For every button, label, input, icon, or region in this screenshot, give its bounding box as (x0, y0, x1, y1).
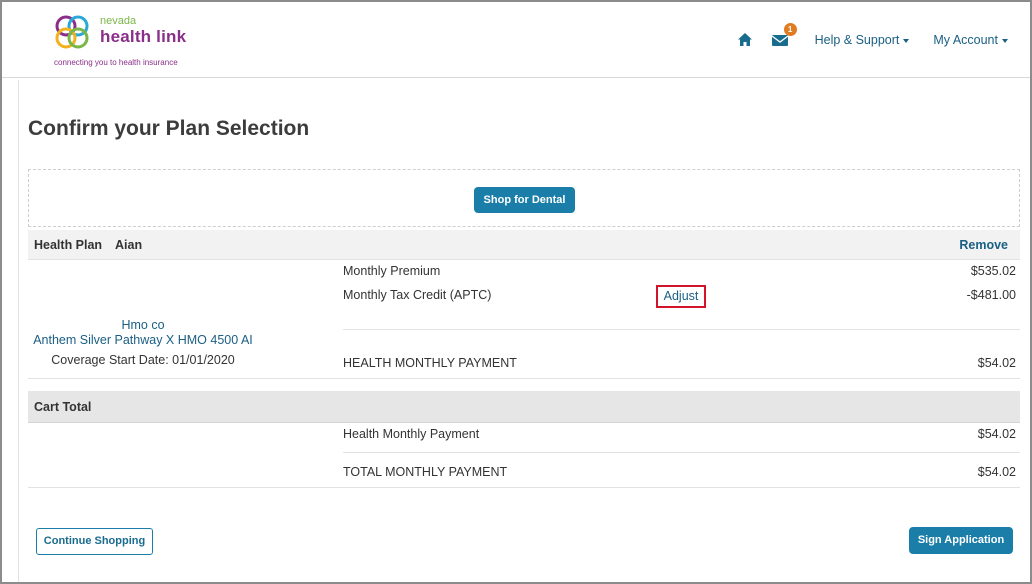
monthly-premium-value: $535.02 (970, 264, 1016, 278)
health-monthly-payment-label: HEALTH MONTHLY PAYMENT (343, 356, 517, 370)
remove-plan-link[interactable]: Remove (959, 238, 1008, 252)
dental-shop-panel: Shop for Dental (28, 169, 1020, 227)
main-content: Confirm your Plan Selection Shop for Den… (18, 80, 1030, 582)
coverage-start-date: Coverage Start Date: 01/01/2020 (51, 353, 235, 367)
member-name: Aian (115, 238, 143, 252)
plan-info: Hmo co Anthem Silver Pathway X HMO 4500 … (28, 318, 258, 367)
health-plan-header: Health Plan Aian Remove (28, 230, 1020, 260)
logo-main-text: health link (100, 27, 187, 46)
cart-health-payment-label: Health Monthly Payment (343, 427, 480, 441)
help-support-menu[interactable]: Help & Support (815, 33, 910, 47)
sign-application-button[interactable]: Sign Application (909, 527, 1013, 554)
page-title: Confirm your Plan Selection (28, 117, 310, 140)
logo-tagline: connecting you to health insurance (54, 58, 178, 67)
cart-total-header: Cart Total (28, 391, 1020, 423)
tax-credit-label: Monthly Tax Credit (APTC) (343, 288, 492, 302)
my-account-menu[interactable]: My Account (933, 33, 1008, 47)
total-monthly-payment-label: TOTAL MONTHLY PAYMENT (343, 465, 508, 479)
health-monthly-payment-value: $54.02 (977, 356, 1016, 370)
plan-name-link[interactable]: Anthem Silver Pathway X HMO 4500 AI (28, 333, 258, 347)
cart-total-label: Cart Total (34, 400, 92, 414)
monthly-premium-label: Monthly Premium (343, 264, 441, 278)
messages-icon[interactable]: 1 (771, 23, 797, 50)
continue-shopping-button[interactable]: Continue Shopping (36, 528, 153, 555)
my-account-label: My Account (933, 33, 998, 47)
row-divider (343, 452, 1020, 453)
chevron-down-icon (1002, 38, 1008, 43)
messages-badge: 1 (783, 23, 797, 36)
health-plan-label: Health Plan (34, 238, 103, 252)
total-monthly-payment-value: $54.02 (977, 465, 1016, 479)
home-icon[interactable] (737, 30, 757, 50)
shop-for-dental-button[interactable]: Shop for Dental (474, 187, 575, 213)
tax-credit-value: -$481.00 (966, 288, 1016, 302)
chevron-down-icon (903, 38, 910, 43)
site-header: nevada health link connecting you to hea… (2, 2, 1030, 78)
adjust-tax-credit-button[interactable]: Adjust (656, 285, 706, 308)
nevada-health-link-logo[interactable]: nevada health link connecting you to hea… (52, 12, 192, 70)
row-divider (343, 329, 1020, 330)
section-divider (28, 487, 1020, 488)
top-nav: 1 Help & Support My Account (737, 23, 1008, 54)
section-divider (28, 378, 1020, 379)
logo-small-text: nevada (100, 15, 137, 27)
cart-health-payment-value: $54.02 (977, 427, 1016, 441)
logo-knot-icon (55, 15, 89, 49)
help-support-label: Help & Support (814, 33, 900, 47)
plan-carrier[interactable]: Hmo co (28, 318, 258, 332)
